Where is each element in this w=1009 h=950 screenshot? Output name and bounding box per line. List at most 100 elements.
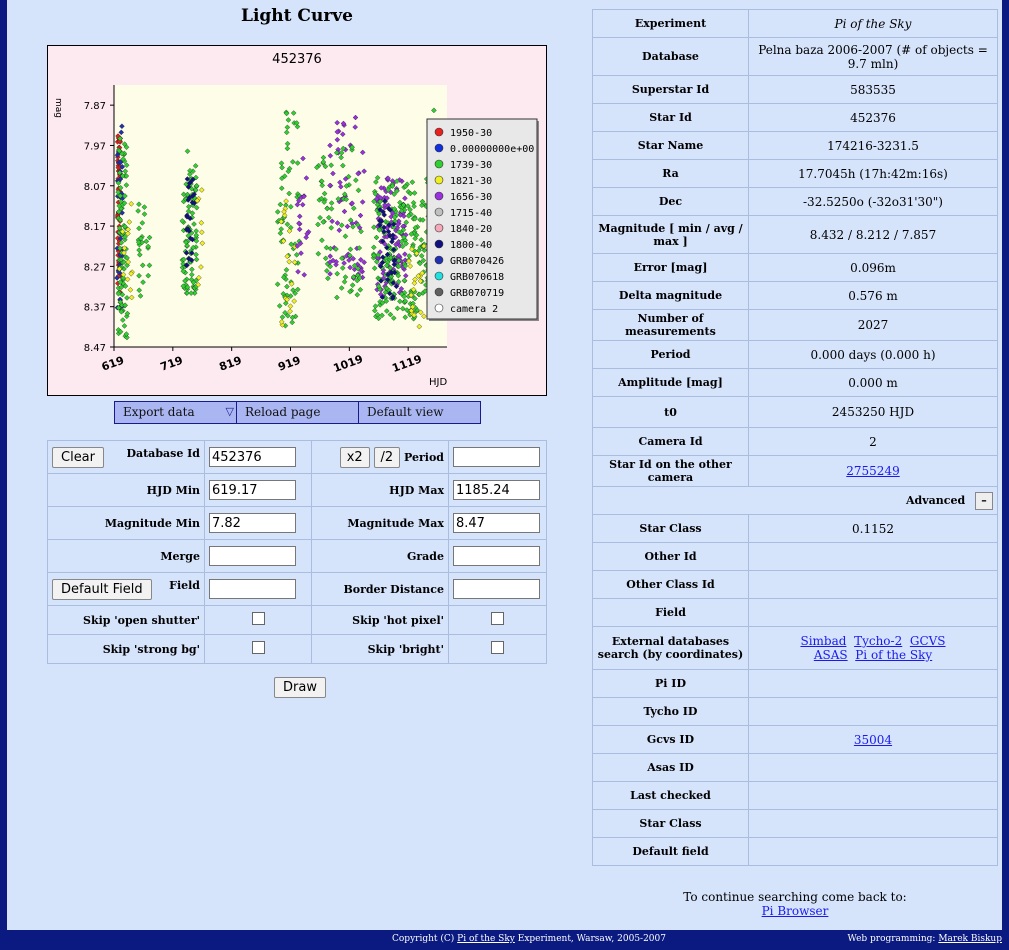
chart-title: 452376 xyxy=(272,52,322,67)
hjd-min-label: HJD Min xyxy=(47,473,205,507)
other-id-label: Other Id xyxy=(592,542,749,571)
magnitude-max-input[interactable] xyxy=(453,513,540,533)
star-name-label: Star Name xyxy=(592,131,749,160)
hjd-max-label: HJD Max xyxy=(311,473,449,507)
grade-input[interactable] xyxy=(453,546,540,566)
asas-id-label: Asas ID xyxy=(592,753,749,782)
period-info-value: 0.000 days (0.000 h) xyxy=(748,340,998,369)
y-tick-label: 7.87 xyxy=(84,101,106,112)
chart-svg: 452376 mag HJD 7.87 7.97 8.07 8.17 8.27 8.37 8… xyxy=(53,52,539,388)
merge-input[interactable] xyxy=(209,546,296,566)
experiment-label: Experiment xyxy=(592,9,749,38)
magnitude-min-input[interactable] xyxy=(209,513,296,533)
legend-label: 1739-30 xyxy=(450,160,492,171)
clear-button[interactable]: Clear xyxy=(52,446,104,468)
continue-text: To continue searching come back to: xyxy=(683,890,907,904)
x2-button[interactable]: x2 xyxy=(339,446,370,468)
other-class-id-label: Other Class Id xyxy=(592,570,749,599)
border-distance-input[interactable] xyxy=(453,579,540,599)
dropdown-triangle-icon: ▽ xyxy=(225,405,234,418)
superstar-id-value: 583535 xyxy=(748,75,998,104)
default-field-info-value xyxy=(748,837,998,866)
last-checked-label: Last checked xyxy=(592,781,749,810)
skip-hot-pixel-checkbox[interactable] xyxy=(491,612,504,625)
y-axis-label: mag xyxy=(53,98,63,118)
magnitude-max-label: Magnitude Max xyxy=(311,506,449,540)
legend-label: 1821-30 xyxy=(450,176,492,187)
field-info-label: Field xyxy=(592,598,749,627)
draw-button[interactable]: Draw xyxy=(274,677,326,698)
y-tick-label: 8.37 xyxy=(84,303,106,314)
error-label: Error [mag] xyxy=(592,253,749,282)
legend-label: 0.00000000e+00 xyxy=(450,144,534,155)
query-form: Clear Database Id x2 /2 Period HJD Min H… xyxy=(47,440,547,664)
legend-label: 1800-40 xyxy=(450,240,492,251)
hjd-min-input[interactable] xyxy=(209,480,296,500)
tycho2-link[interactable]: Tycho-2 xyxy=(854,634,902,648)
legend-label: 1950-30 xyxy=(450,128,492,139)
default-field-button[interactable]: Default Field xyxy=(52,578,152,600)
ra-label: Ra xyxy=(592,159,749,188)
other-camera-link[interactable]: 2755249 xyxy=(846,464,899,478)
asas-link[interactable]: ASAS xyxy=(814,648,848,662)
delta-magnitude-label: Delta magnitude xyxy=(592,281,749,310)
other-id-value xyxy=(748,542,998,571)
advanced-label: Advanced xyxy=(906,493,966,507)
period-input[interactable] xyxy=(453,447,540,467)
legend-marker xyxy=(434,127,444,137)
magnitude-min-label: Magnitude Min xyxy=(47,506,205,540)
x-tick-label: 819 xyxy=(217,354,243,374)
t0-value: 2453250 HJD xyxy=(748,396,998,428)
legend-marker xyxy=(434,255,444,265)
continue-searching: To continue searching come back to: Pi B… xyxy=(592,890,998,918)
copyright-pre: Copyright (C) xyxy=(392,934,455,944)
star-class-value: 0.1152 xyxy=(748,514,998,543)
legend-label: GRB070426 xyxy=(450,256,504,267)
page-title: Light Curve xyxy=(241,6,353,26)
pi-of-the-sky-link[interactable]: Pi of the Sky xyxy=(855,648,932,662)
author-link[interactable]: Marek Biskup xyxy=(938,934,1002,944)
tycho-id-value xyxy=(748,697,998,726)
gcvs-id-link[interactable]: 35004 xyxy=(854,733,892,747)
database-label: Database xyxy=(592,37,749,76)
hjd-max-input[interactable] xyxy=(453,480,540,500)
skip-bright-checkbox[interactable] xyxy=(491,641,504,654)
external-search-label: External databases search (by coordinate… xyxy=(592,626,749,670)
footer: Copyright (C) Pi of the Sky Experiment, … xyxy=(0,930,1009,950)
magnitude-value: 8.432 / 8.212 / 7.857 xyxy=(748,215,998,254)
collapse-advanced-button[interactable]: – xyxy=(975,491,993,510)
x-tick-label: 919 xyxy=(276,354,302,374)
other-camera-label: Star Id on the other camera xyxy=(592,455,749,487)
error-value: 0.096m xyxy=(748,253,998,282)
x-tick-label: 619 xyxy=(100,354,126,374)
default-view-button[interactable]: Default view xyxy=(359,402,480,423)
pi-of-the-sky-footer-link[interactable]: Pi of the Sky xyxy=(457,934,515,944)
magnitude-label: Magnitude [ min / avg / max ] xyxy=(592,215,749,254)
y-tick-label: 8.27 xyxy=(84,262,106,273)
database-id-input[interactable] xyxy=(209,447,296,467)
dec-label: Dec xyxy=(592,187,749,216)
export-data-label: Export data xyxy=(123,405,195,419)
period-label: Period xyxy=(404,450,444,464)
x-axis-label: HJD xyxy=(429,377,447,388)
half-button[interactable]: /2 xyxy=(373,446,401,468)
skip-strong-bg-checkbox[interactable] xyxy=(251,641,265,654)
dec-value: -32.5250o (-32o31'30") xyxy=(748,187,998,216)
skip-open-shutter-checkbox[interactable] xyxy=(251,612,265,625)
legend-label: 1715-40 xyxy=(450,208,492,219)
skip-hot-pixel-label: Skip 'hot pixel' xyxy=(311,605,449,635)
simbad-link[interactable]: Simbad xyxy=(800,634,846,648)
gcvs-link[interactable]: GCVS xyxy=(910,634,946,648)
legend-label: 1840-20 xyxy=(450,224,492,235)
y-tick-label: 7.97 xyxy=(84,141,106,152)
pi-browser-link[interactable]: Pi Browser xyxy=(762,904,829,918)
field-input[interactable] xyxy=(209,579,296,599)
legend-label: GRB070618 xyxy=(450,272,504,283)
export-data-menu[interactable]: Export data ▽ xyxy=(115,402,237,423)
skip-bright-label: Skip 'bright' xyxy=(311,634,449,664)
ra-value: 17.7045h (17h:42m:16s) xyxy=(748,159,998,188)
copyright-post: Experiment, Warsaw, 2005-2007 xyxy=(517,934,666,944)
pi-id-label: Pi ID xyxy=(592,669,749,698)
x-tick-label: 719 xyxy=(159,354,185,374)
reload-page-button[interactable]: Reload page xyxy=(237,402,359,423)
